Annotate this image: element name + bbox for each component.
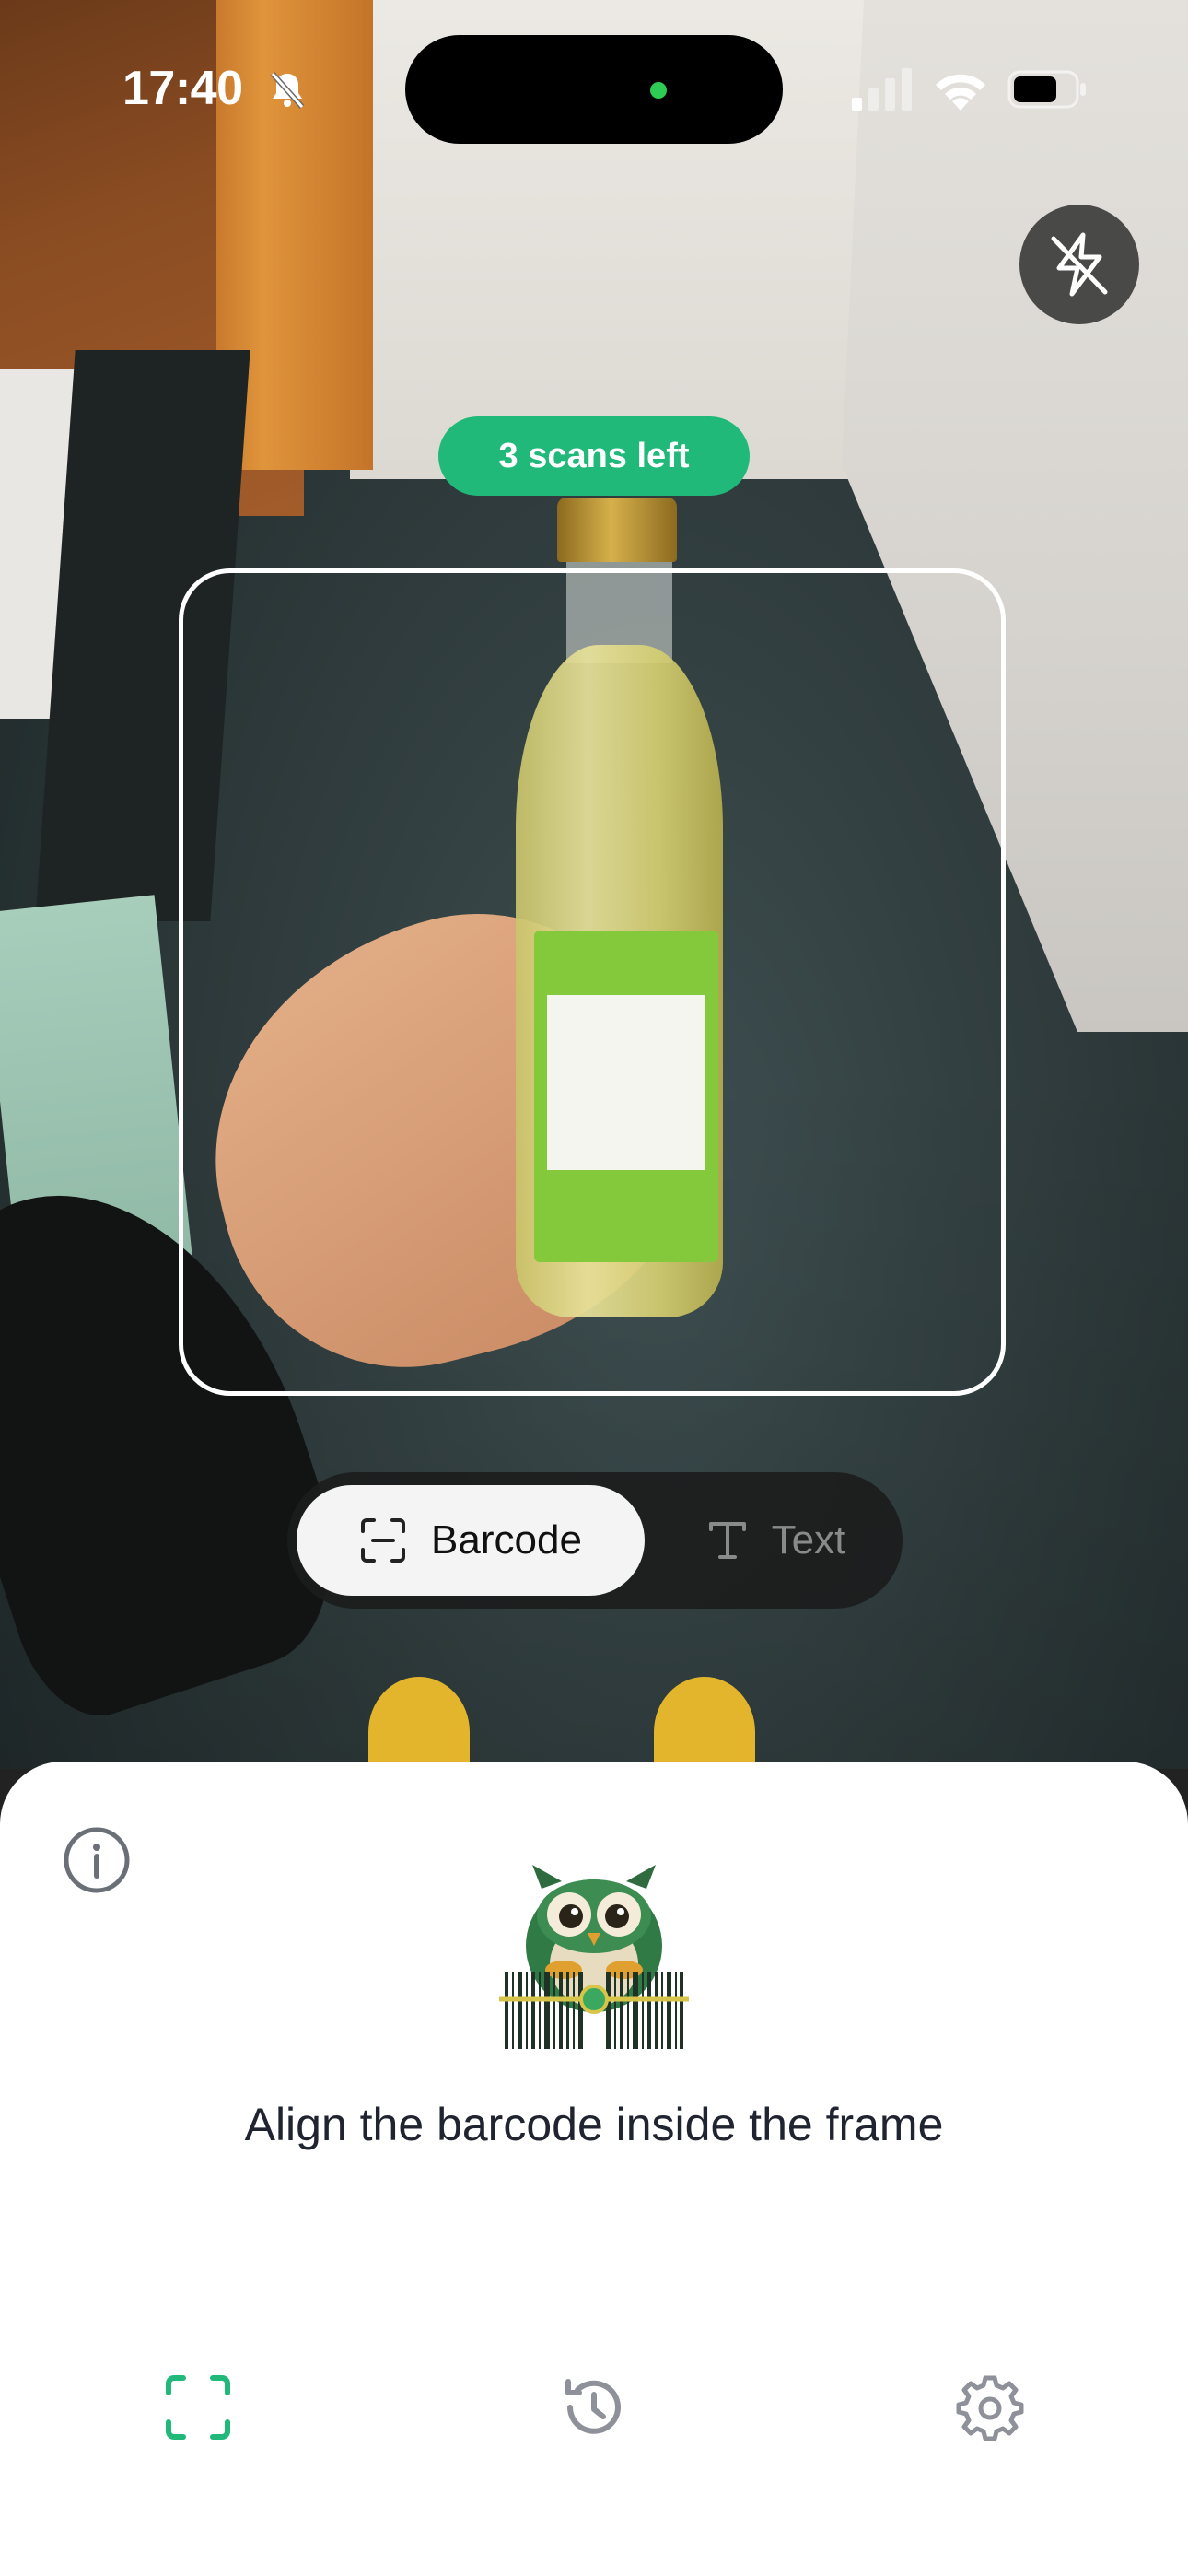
tab-history[interactable]	[553, 2366, 635, 2449]
cellular-signal-icon	[852, 68, 912, 111]
mode-barcode-button[interactable]: Barcode	[297, 1485, 645, 1596]
tab-settings[interactable]	[949, 2366, 1031, 2449]
bell-slash-icon	[270, 72, 305, 109]
settings-gear-icon	[956, 2375, 1024, 2441]
info-icon[interactable]	[63, 1826, 131, 1894]
scan-frame-icon	[166, 2375, 230, 2440]
mode-barcode-label: Barcode	[431, 1517, 582, 1563]
owl-barcode-mascot	[499, 1865, 689, 2049]
status-time: 17:40	[122, 62, 243, 115]
flash-toggle-button[interactable]	[1019, 205, 1139, 324]
shoe-left	[368, 1677, 470, 1769]
mode-text-button[interactable]: Text	[665, 1485, 886, 1596]
wifi-icon	[936, 74, 985, 111]
flash-off-icon	[1051, 232, 1108, 297]
scans-left-badge: 3 scans left	[438, 416, 750, 496]
scan-frame	[179, 568, 1006, 1396]
shoe-right	[654, 1677, 755, 1769]
instruction-text: Align the barcode inside the frame	[244, 2099, 944, 2150]
history-icon	[565, 2379, 621, 2434]
dynamic-island	[405, 35, 783, 144]
barcode-scan-icon	[361, 1518, 406, 1563]
camera-indicator-dot	[650, 82, 667, 99]
battery-icon	[1007, 70, 1086, 109]
bottom-sheet: Align the barcode inside the frame	[0, 1762, 1188, 2576]
text-icon	[708, 1522, 746, 1559]
mode-text-label: Text	[771, 1517, 846, 1563]
scan-mode-switch: Barcode Text	[287, 1472, 903, 1609]
tab-scan[interactable]	[157, 2366, 239, 2449]
